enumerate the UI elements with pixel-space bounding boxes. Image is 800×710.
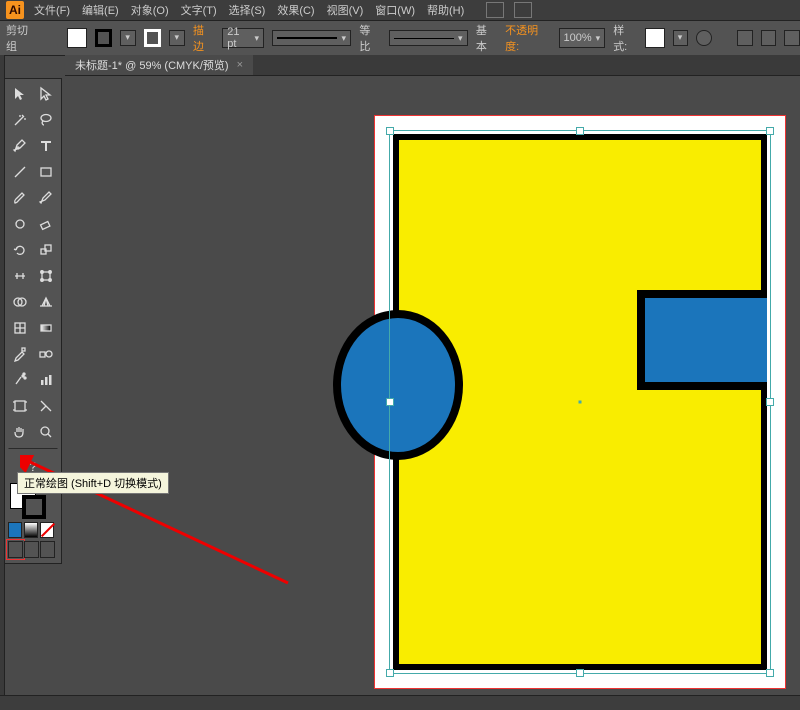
mesh-tool[interactable]: [8, 316, 32, 340]
selection-tool[interactable]: [8, 82, 32, 106]
document-tab-row: 未标题-1* @ 59% (CMYK/预览) ×: [65, 55, 800, 76]
menu-help[interactable]: 帮助(H): [427, 2, 464, 18]
variable-width-profile[interactable]: [272, 30, 351, 46]
stroke-box-icon[interactable]: [22, 495, 46, 519]
align-icon-3[interactable]: [784, 30, 800, 46]
style-label: 样式:: [613, 22, 637, 54]
graphic-style-dropdown[interactable]: [673, 30, 689, 46]
fill-options-dropdown[interactable]: [120, 30, 136, 46]
basic-label: 基本: [476, 22, 497, 54]
rotate-tool[interactable]: [8, 238, 32, 262]
brush-definition[interactable]: [389, 30, 468, 46]
stroke-weight-field[interactable]: 21 pt: [222, 28, 264, 48]
menu-select[interactable]: 选择(S): [229, 2, 266, 18]
center-point-icon: [579, 401, 582, 404]
blend-tool[interactable]: [34, 342, 58, 366]
yellow-rectangle-shape[interactable]: [393, 134, 767, 670]
uniform-label: 等比: [359, 22, 380, 54]
recolor-icon[interactable]: [696, 30, 712, 46]
scale-tool[interactable]: [34, 238, 58, 262]
paintbrush-tool[interactable]: [8, 186, 32, 210]
menu-file[interactable]: 文件(F): [34, 2, 70, 18]
line-tool[interactable]: [8, 160, 32, 184]
gradient-tool[interactable]: [34, 316, 58, 340]
direct-selection-tool[interactable]: [34, 82, 58, 106]
tool-separator: [8, 448, 58, 450]
blob-brush-tool[interactable]: [8, 212, 32, 236]
zoom-tool[interactable]: [34, 420, 58, 444]
shape-builder-tool[interactable]: [8, 290, 32, 314]
align-icon-2[interactable]: [761, 30, 777, 46]
symbol-sprayer-tool[interactable]: [8, 368, 32, 392]
eraser-tool[interactable]: [34, 212, 58, 236]
align-icon-1[interactable]: [737, 30, 753, 46]
fill-swatch[interactable]: [67, 28, 86, 48]
handle-bot-mid[interactable]: [576, 669, 584, 677]
lasso-tool[interactable]: [34, 108, 58, 132]
stroke-label[interactable]: 描边: [193, 22, 214, 54]
color-mode-row: [8, 522, 56, 538]
handle-top-right[interactable]: [766, 127, 774, 135]
draw-modes-row: [8, 541, 56, 559]
menu-edit[interactable]: 编辑(E): [82, 2, 119, 18]
control-bar: 剪切组 描边 21 pt 等比 基本 不透明度: 100% 样式:: [0, 20, 800, 56]
draw-behind-button[interactable]: [24, 541, 39, 558]
draw-mode-tooltip: 正常绘图 (Shift+D 切换模式): [17, 472, 169, 494]
blue-rectangle-shape[interactable]: [637, 290, 767, 390]
slice-tool[interactable]: [34, 394, 58, 418]
stroke-swatch[interactable]: [95, 29, 113, 47]
stroke-color-swatch[interactable]: [144, 29, 162, 47]
app-logo-icon: Ai: [6, 1, 24, 19]
opacity-value: 100%: [564, 32, 592, 44]
document-tab[interactable]: 未标题-1* @ 59% (CMYK/预览) ×: [65, 55, 253, 75]
menu-type[interactable]: 文字(T): [181, 2, 217, 18]
rectangle-tool[interactable]: [34, 160, 58, 184]
workspace-switcher-icon[interactable]: [514, 2, 532, 18]
stroke-options-dropdown[interactable]: [169, 30, 185, 46]
graphic-style-swatch[interactable]: [645, 28, 664, 48]
free-transform-tool[interactable]: [34, 264, 58, 288]
magic-wand-tool[interactable]: [8, 108, 32, 132]
selection-type-label: 剪切组: [6, 22, 38, 54]
menu-bar: Ai 文件(F) 编辑(E) 对象(O) 文字(T) 选择(S) 效果(C) 视…: [0, 0, 800, 20]
opacity-label[interactable]: 不透明度:: [505, 22, 550, 54]
opacity-field[interactable]: 100%: [559, 28, 606, 48]
canvas-viewport[interactable]: [65, 76, 800, 696]
draw-normal-button[interactable]: [8, 541, 23, 558]
status-bar: [0, 695, 800, 710]
artboard-tool[interactable]: [8, 394, 32, 418]
stroke-weight-value: 21 pt: [227, 26, 250, 50]
close-tab-icon[interactable]: ×: [237, 59, 243, 71]
artboard[interactable]: [375, 116, 785, 688]
blue-semicircle-shape[interactable]: [333, 310, 463, 460]
handle-bot-right[interactable]: [766, 669, 774, 677]
none-color-icon[interactable]: [40, 522, 54, 538]
width-tool[interactable]: [8, 264, 32, 288]
draw-inside-button[interactable]: [40, 541, 55, 558]
layout-toggle-icon[interactable]: [486, 2, 504, 18]
menu-view[interactable]: 视图(V): [327, 2, 364, 18]
pencil-tool[interactable]: [34, 186, 58, 210]
handle-bot-left[interactable]: [386, 669, 394, 677]
handle-mid-right[interactable]: [766, 398, 774, 406]
hand-tool[interactable]: [8, 420, 32, 444]
pen-tool[interactable]: [8, 134, 32, 158]
column-graph-tool[interactable]: [34, 368, 58, 392]
menu-window[interactable]: 窗口(W): [375, 2, 415, 18]
type-tool[interactable]: [34, 134, 58, 158]
gradient-color-icon[interactable]: [24, 522, 38, 538]
document-tab-title: 未标题-1* @ 59% (CMYK/预览): [75, 57, 229, 73]
menu-object[interactable]: 对象(O): [131, 2, 169, 18]
eyedropper-tool[interactable]: [8, 342, 32, 366]
menu-effect[interactable]: 效果(C): [277, 2, 314, 18]
solid-color-icon[interactable]: [8, 522, 22, 538]
perspective-grid-tool[interactable]: [34, 290, 58, 314]
